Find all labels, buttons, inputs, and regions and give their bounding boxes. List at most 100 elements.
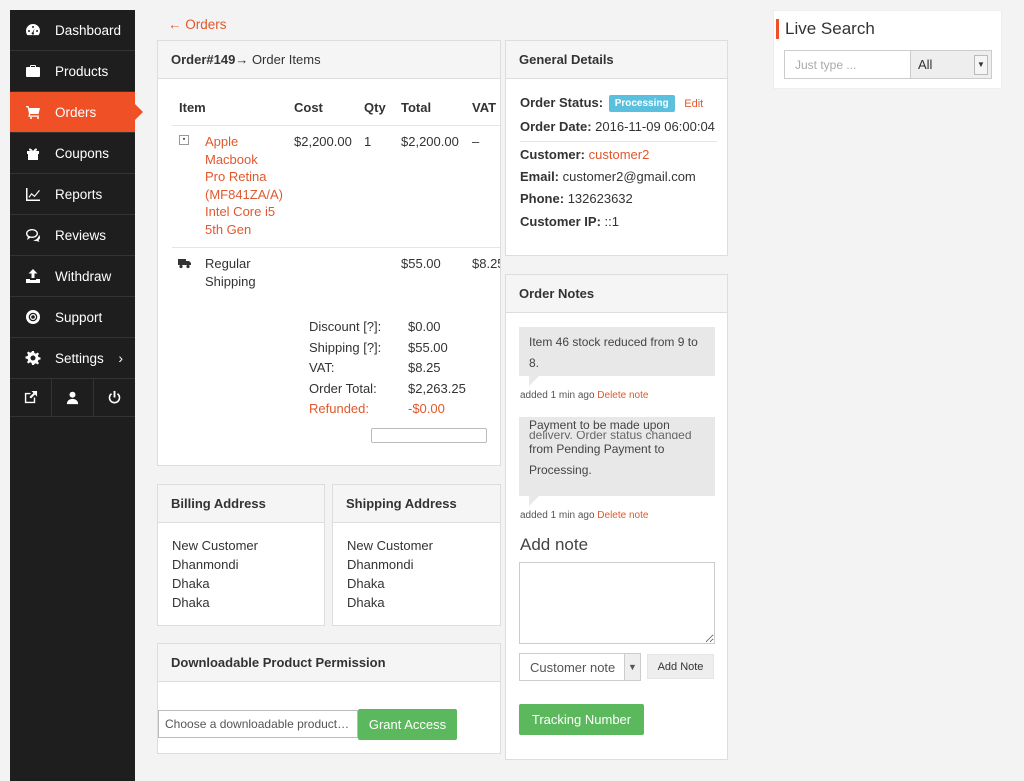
col-header-item: Item — [179, 100, 206, 115]
shipping-address-text: New Customer Dhanmondi Dhaka Dhaka — [347, 536, 433, 612]
note-item: Payment to be made upon delivery. Order … — [519, 417, 715, 496]
col-header-qty: Qty — [364, 100, 386, 115]
sidebar-item-label: Withdraw — [55, 268, 112, 284]
phone-label: Phone: — [520, 191, 565, 206]
order-total-value: $2,263.25 — [408, 380, 466, 396]
grant-access-button[interactable]: Grant Access — [358, 709, 457, 740]
sidebar-item-label: Orders — [55, 104, 97, 120]
product-link[interactable]: Apple Macbook Pro Retina (MF841ZA/A) Int… — [205, 133, 283, 239]
address-line: Dhanmondi — [172, 557, 239, 572]
shipping-name-line: Shipping — [205, 273, 256, 289]
sidebar-item-label: Support — [55, 309, 103, 325]
email-row: Email: customer2@gmail.com — [520, 169, 696, 184]
refunded-value: -$0.00 — [408, 401, 445, 416]
note-timestamp: added 1 min ago — [520, 390, 595, 401]
product-name-line: Apple — [205, 134, 239, 149]
address-line: Dhaka — [172, 576, 210, 591]
sidebar-item-withdraw[interactable]: Withdraw — [10, 256, 135, 297]
add-note-heading: Add note — [520, 535, 589, 554]
panel-title: Shipping Address — [346, 496, 457, 511]
customer-ip-value: ::1 — [604, 214, 619, 229]
panel-header: Billing Address — [158, 485, 324, 523]
edit-status-link[interactable]: Edit — [684, 98, 703, 110]
address-line: Dhaka — [347, 576, 385, 591]
shipping-total: $55.00 — [401, 256, 441, 271]
tracking-number-button[interactable]: Tracking Number — [519, 704, 644, 735]
shipping-label: Shipping [?]: — [309, 339, 382, 355]
address-line: Dhanmondi — [347, 557, 414, 572]
sidebar-item-support[interactable]: Support — [10, 297, 135, 338]
sidebar-item-label: Coupons — [55, 145, 110, 161]
product-name-line: Pro Retina — [205, 169, 267, 185]
sidebar-item-label: Settings — [55, 350, 104, 366]
user-icon[interactable] — [52, 379, 94, 416]
note-text: Payment to be made upon — [529, 418, 670, 432]
vat-label: VAT: — [309, 360, 335, 375]
download-permission-panel: Downloadable Product Permission Choose a… — [157, 643, 501, 754]
back-to-orders-link[interactable]: ← Orders — [168, 17, 227, 32]
widget-title: Live Search — [776, 19, 875, 39]
power-icon[interactable] — [94, 379, 135, 416]
product-qty: 1 — [364, 134, 372, 149]
add-note-button[interactable]: Add Note — [647, 654, 714, 679]
delete-note-link[interactable]: Delete note — [597, 390, 648, 401]
external-link-icon[interactable] — [10, 379, 52, 416]
refund-button[interactable] — [371, 428, 487, 443]
delete-note-link[interactable]: Delete note — [597, 510, 648, 521]
discount-value: $0.00 — [408, 319, 441, 334]
panel-header: Order#149 → Order Items — [158, 41, 500, 79]
discount-label: Discount [?]: — [309, 319, 382, 334]
note-text: 8. — [529, 356, 540, 370]
shipping-method: Regular Shipping — [205, 255, 256, 290]
selected-category: All — [918, 57, 933, 72]
downloadable-product-select[interactable]: Choose a downloadable product… — [158, 710, 358, 738]
phone-value: 132623632 — [567, 191, 633, 206]
billing-address-text: New Customer Dhanmondi Dhaka Dhaka — [172, 536, 258, 612]
panel-title: → Order Items — [235, 52, 321, 67]
dashboard-icon — [10, 22, 55, 38]
shipping-name-line: Regular — [205, 256, 251, 271]
sidebar-item-reports[interactable]: Reports — [10, 174, 135, 215]
live-search-category-select[interactable]: All ▼ — [910, 50, 992, 79]
sidebar-bottom-bar — [10, 379, 135, 417]
note-type-select[interactable]: Customer note ▼ — [519, 653, 641, 681]
note-text: from Pending Payment to — [529, 442, 665, 456]
note-text: delivery. Order status changed — [529, 431, 692, 439]
upload-icon — [10, 268, 55, 284]
product-name-line: Intel Core i5 — [205, 204, 276, 220]
col-header-cost: Cost — [294, 100, 323, 115]
divider — [520, 141, 717, 142]
sidebar-item-orders[interactable]: Orders — [10, 92, 143, 133]
billing-address-panel: Billing Address New Customer Dhanmondi D… — [157, 484, 325, 626]
phone-row: Phone: 132623632 — [520, 191, 633, 206]
product-name-line: 5th Gen — [205, 221, 252, 237]
order-date-label: Order Date: — [520, 119, 592, 134]
sidebar-item-coupons[interactable]: Coupons — [10, 133, 135, 174]
sidebar-item-dashboard[interactable]: Dashboard — [10, 10, 135, 51]
panel-header: Order Notes — [506, 275, 727, 313]
product-cost: $2,200.00 — [294, 134, 352, 149]
divider — [172, 125, 500, 126]
refunded-label: Refunded: — [309, 401, 369, 416]
vat-value: $8.25 — [408, 360, 441, 375]
customer-link[interactable]: customer2 — [589, 147, 650, 162]
sidebar-item-products[interactable]: Products — [10, 51, 135, 92]
address-line: Dhaka — [347, 595, 385, 610]
chevron-down-icon: ▼ — [624, 654, 640, 680]
live-search-input[interactable]: Just type ... — [784, 50, 911, 79]
chevron-right-icon: › — [118, 350, 123, 366]
panel-header: Downloadable Product Permission — [158, 644, 500, 682]
note-timestamp: added 1 min ago — [520, 510, 595, 521]
email-value: customer2@gmail.com — [562, 169, 696, 184]
order-date-value: 2016-11-09 06:00:04 — [595, 119, 715, 134]
customer-row: Customer: customer2 — [520, 147, 649, 162]
panel-header: General Details — [506, 41, 727, 79]
sidebar-item-settings[interactable]: Settings › — [10, 338, 135, 379]
sidebar-item-label: Reports — [55, 186, 103, 202]
sidebar-item-reviews[interactable]: Reviews — [10, 215, 135, 256]
note-meta: added 1 min ago Delete note — [520, 390, 648, 401]
note-textarea[interactable] — [519, 562, 715, 644]
note-item: Item 46 stock reduced from 9 to 8. — [519, 327, 715, 376]
divider — [172, 247, 500, 248]
product-total: $2,200.00 — [401, 134, 459, 149]
